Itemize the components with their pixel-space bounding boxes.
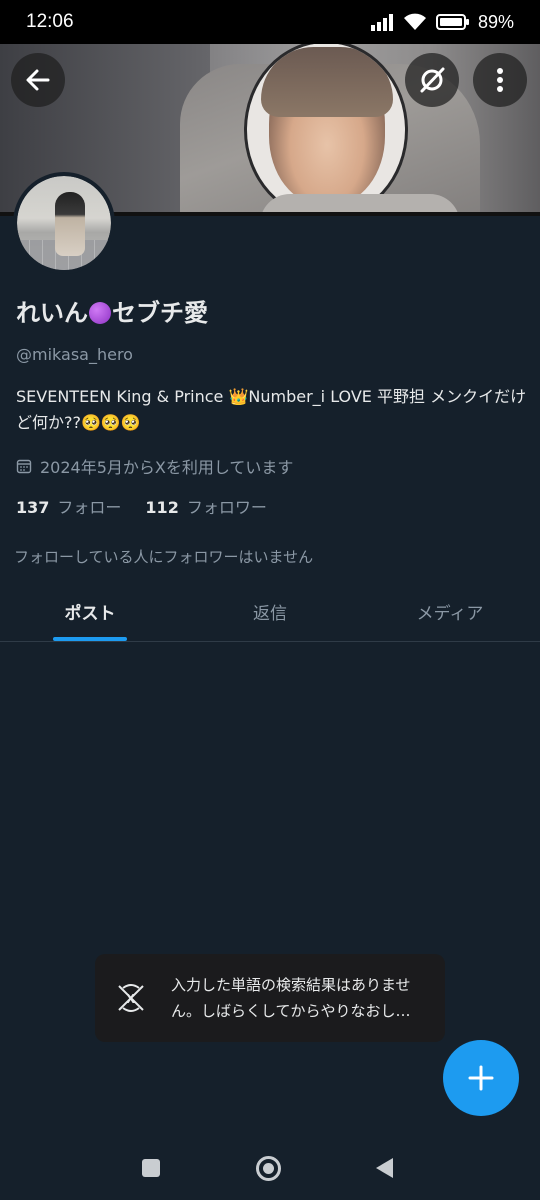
followers-count: 112 (145, 498, 179, 517)
status-icons: 89% (370, 12, 514, 33)
plus-icon (468, 1065, 494, 1091)
avatar[interactable] (13, 172, 115, 274)
profile-name-part2: セブチ愛 (112, 299, 208, 327)
compose-post-button[interactable] (443, 1040, 519, 1116)
grok-icon (420, 67, 445, 93)
following-count: 137 (16, 498, 50, 517)
signal-icon (370, 14, 393, 31)
battery-icon (435, 14, 469, 30)
recents-icon[interactable] (142, 1159, 160, 1177)
profile-name: れいん セブチ愛 (16, 293, 208, 328)
battery-percent: 89% (477, 11, 514, 32)
grok-button[interactable] (405, 53, 459, 107)
tab-replies[interactable]: 返信 (180, 582, 360, 641)
more-vertical-icon (497, 68, 503, 92)
wifi-icon (403, 13, 426, 30)
mutual-followers-note: フォローしている人にフォロワーはいません (14, 548, 314, 566)
more-options-button[interactable] (473, 53, 527, 107)
back-arrow-icon (26, 69, 50, 91)
toast-message: 入力した単語の検索結果はありませ ん。しばらくしてからやりなおし… (171, 972, 411, 1024)
system-nav-bar (0, 1136, 540, 1200)
x-logo-icon: X (118, 984, 144, 1012)
profile-handle: @mikasa_hero (16, 345, 133, 364)
profile-bio: SEVENTEEN King & Prince 👑Number_i LOVE 平… (16, 387, 527, 432)
back-icon[interactable] (376, 1158, 393, 1178)
follow-stats: 137 フォロー 112 フォロワー (16, 494, 267, 518)
banner-photo-fan (244, 44, 408, 216)
svg-text:X: X (126, 992, 136, 1006)
joined-date: 2024年5月からXを利用しています (16, 454, 293, 478)
home-icon[interactable] (256, 1156, 281, 1181)
following-link[interactable]: 137 フォロー (16, 494, 121, 518)
tab-posts[interactable]: ポスト (0, 582, 180, 641)
status-time: 12:06 (26, 11, 74, 32)
profile-tabs: ポスト 返信 メディア (0, 582, 540, 642)
error-toast: X 入力した単語の検索結果はありませ ん。しばらくしてからやりなおし… (95, 954, 445, 1042)
calendar-icon (16, 459, 32, 474)
profile-name-part1: れいん (16, 299, 88, 327)
followers-label: フォロワー (186, 498, 267, 517)
following-label: フォロー (57, 498, 122, 517)
toast-line-2: ん。しばらくしてからやりなおし… (171, 1002, 411, 1020)
tab-media[interactable]: メディア (360, 582, 540, 641)
followers-link[interactable]: 112 フォロワー (145, 494, 266, 518)
back-button[interactable] (11, 53, 65, 107)
purple-circle-emoji-icon (89, 302, 111, 324)
status-bar: 12:06 89% (0, 0, 540, 44)
toast-line-1: 入力した単語の検索結果はありませ (171, 976, 411, 994)
joined-text: 2024年5月からXを利用しています (40, 458, 294, 477)
